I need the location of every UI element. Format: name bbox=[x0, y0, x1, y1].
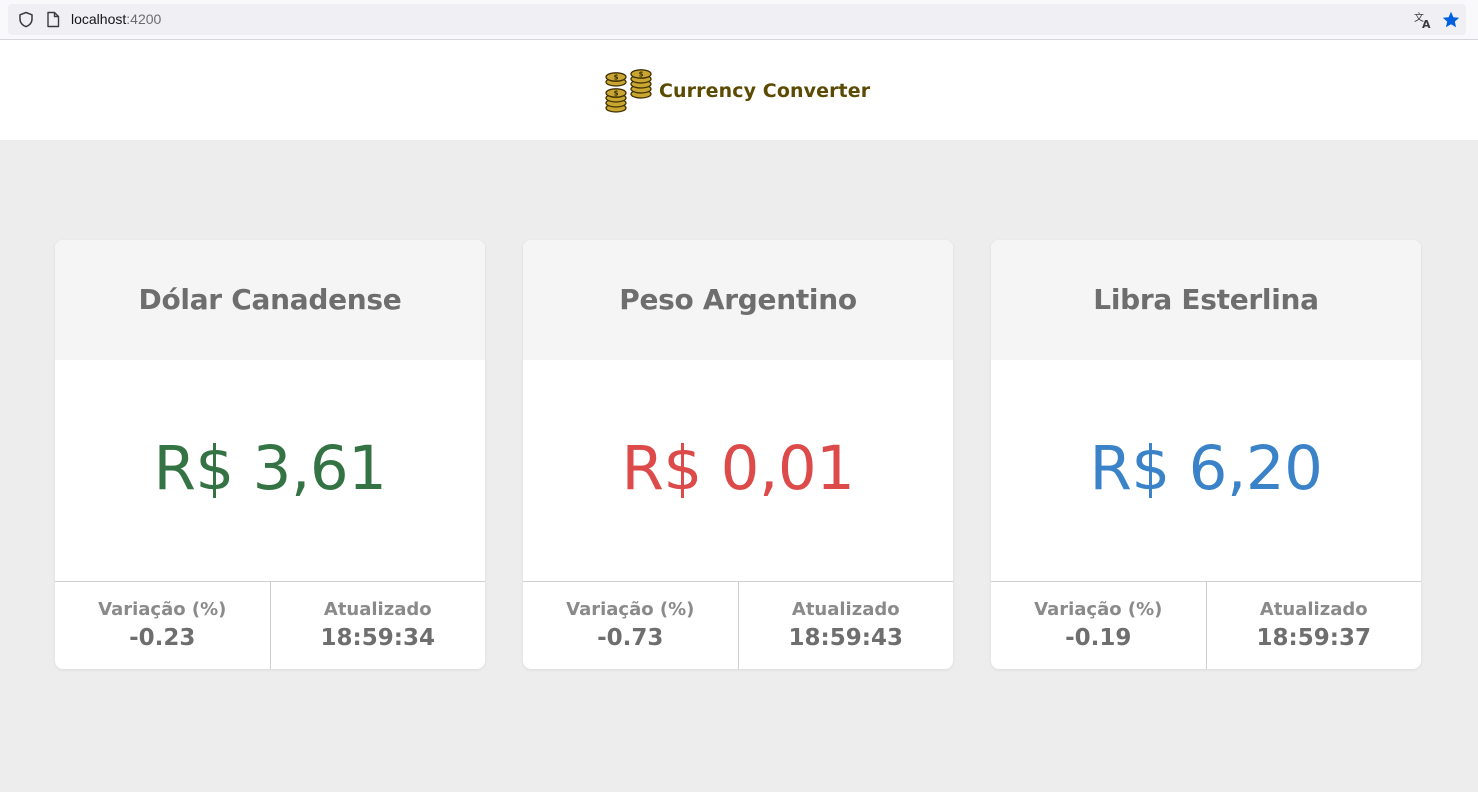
svg-text:$: $ bbox=[614, 90, 619, 98]
currency-price: R$ 0,01 bbox=[621, 433, 855, 504]
variation-value: -0.23 bbox=[129, 625, 196, 651]
url-host: localhost bbox=[71, 11, 127, 27]
card-body: R$ 3,61 bbox=[55, 360, 485, 582]
card-footer: Variação (%) -0.23 Atualizado 18:59:34 bbox=[55, 582, 485, 669]
variation-value: -0.73 bbox=[597, 625, 664, 651]
card-header: Peso Argentino bbox=[523, 240, 953, 360]
app-title: Currency Converter bbox=[659, 80, 871, 102]
variation-cell: Variação (%) -0.73 bbox=[523, 582, 738, 669]
updated-label: Atualizado bbox=[1259, 599, 1368, 620]
svg-text:$: $ bbox=[639, 71, 644, 79]
card-body: R$ 0,01 bbox=[523, 360, 953, 582]
currency-price: R$ 6,20 bbox=[1089, 433, 1323, 504]
currency-price: R$ 3,61 bbox=[153, 433, 387, 504]
brand[interactable]: $ $ $ Currency Converter bbox=[605, 68, 870, 114]
currency-name: Dólar Canadense bbox=[138, 282, 402, 316]
page-icon[interactable] bbox=[46, 11, 60, 28]
updated-cell: Atualizado 18:59:34 bbox=[269, 582, 486, 669]
shield-icon[interactable] bbox=[18, 11, 34, 28]
variation-cell: Variação (%) -0.23 bbox=[55, 582, 270, 669]
card-header: Dólar Canadense bbox=[55, 240, 485, 360]
currency-name: Libra Esterlina bbox=[1093, 282, 1319, 316]
translate-icon[interactable]: 文 A bbox=[1413, 10, 1433, 30]
variation-cell: Variação (%) -0.19 bbox=[991, 582, 1206, 669]
updated-value: 18:59:34 bbox=[320, 625, 435, 651]
updated-label: Atualizado bbox=[323, 599, 432, 620]
variation-value: -0.19 bbox=[1065, 625, 1132, 651]
currency-card-cad: Dólar Canadense R$ 3,61 Variação (%) -0.… bbox=[55, 240, 485, 669]
url-text[interactable]: localhost:4200 bbox=[71, 11, 161, 28]
app-header: $ $ $ Currency Converter bbox=[0, 40, 1478, 140]
card-footer: Variação (%) -0.19 Atualizado 18:59:37 bbox=[991, 582, 1421, 669]
address-bar[interactable]: localhost:4200 文 A bbox=[8, 4, 1466, 35]
url-port: :4200 bbox=[126, 11, 162, 27]
svg-text:$: $ bbox=[614, 74, 619, 82]
updated-value: 18:59:37 bbox=[1256, 625, 1371, 651]
currency-name: Peso Argentino bbox=[619, 282, 857, 316]
updated-cell: Atualizado 18:59:43 bbox=[737, 582, 954, 669]
card-header: Libra Esterlina bbox=[991, 240, 1421, 360]
svg-text:A: A bbox=[1422, 18, 1431, 30]
updated-label: Atualizado bbox=[791, 599, 900, 620]
currency-card-ars: Peso Argentino R$ 0,01 Variação (%) -0.7… bbox=[523, 240, 953, 669]
card-body: R$ 6,20 bbox=[991, 360, 1421, 582]
browser-toolbar: localhost:4200 文 A bbox=[0, 0, 1478, 40]
updated-value: 18:59:43 bbox=[788, 625, 903, 651]
variation-label: Variação (%) bbox=[98, 599, 227, 620]
variation-label: Variação (%) bbox=[1034, 599, 1163, 620]
variation-label: Variação (%) bbox=[566, 599, 695, 620]
bookmark-star-icon[interactable] bbox=[1441, 10, 1461, 30]
card-footer: Variação (%) -0.73 Atualizado 18:59:43 bbox=[523, 582, 953, 669]
coins-icon: $ $ $ bbox=[605, 69, 652, 113]
updated-cell: Atualizado 18:59:37 bbox=[1205, 582, 1422, 669]
currency-card-gbp: Libra Esterlina R$ 6,20 Variação (%) -0.… bbox=[991, 240, 1421, 669]
